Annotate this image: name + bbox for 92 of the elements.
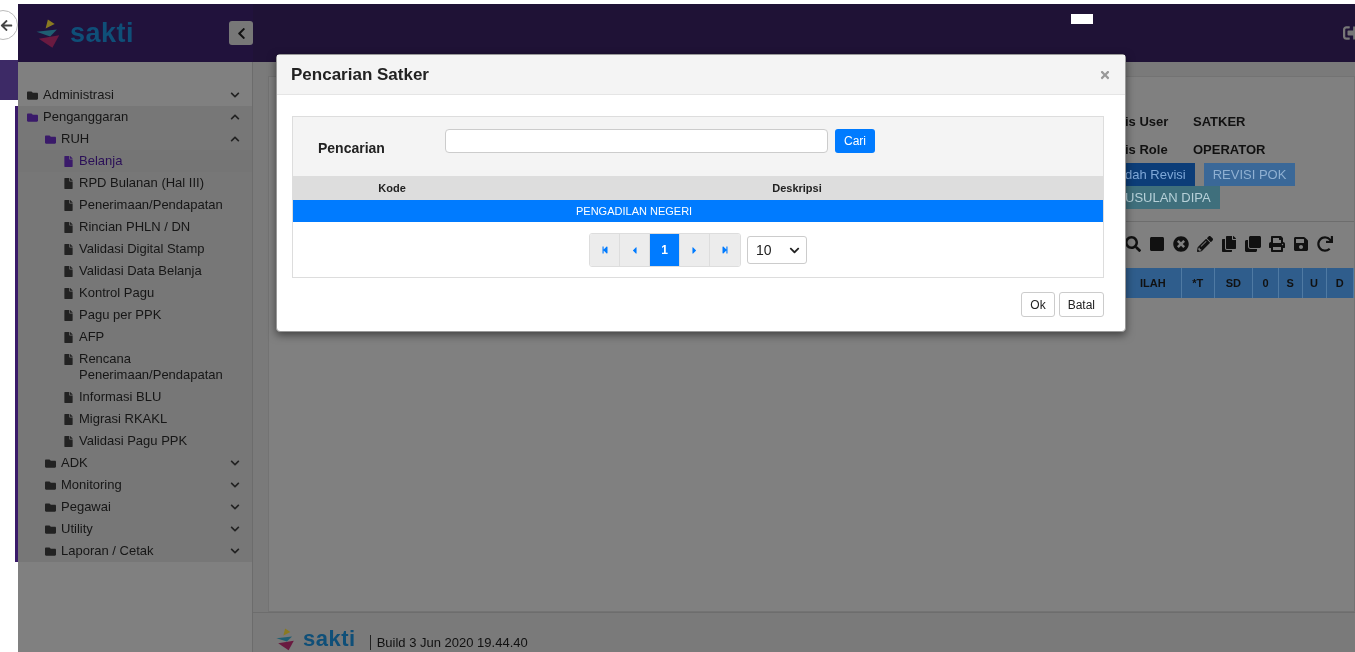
last-page-icon [721,246,729,254]
info-value: SATKER [1193,113,1246,129]
refresh-icon[interactable] [1317,236,1333,252]
dialog-button[interactable]: Ok [1021,292,1055,317]
column-header: D [1326,268,1354,298]
column-header: *T [1181,268,1215,298]
file-icon [63,354,74,365]
column-header: Kode [377,181,407,196]
column-header: S [1278,268,1303,298]
search-field[interactable] [445,129,828,153]
clone-icon[interactable] [1245,236,1261,252]
chevron-down-icon [230,480,240,490]
column-header: SD [1214,268,1254,298]
dialog-button[interactable]: Batal [1058,292,1104,317]
chevron-down-icon [230,458,240,468]
sidebar-item[interactable]: Migrasi RKAKL [18,408,252,430]
folder-icon [45,480,56,491]
table-row[interactable]: PENGADILAN NEGERI [293,200,1103,222]
sidebar-item[interactable]: Penganggaran [18,106,252,128]
close-icon[interactable] [1099,68,1111,81]
sidebar-item[interactable]: Rincian PHLN / DN [18,216,252,238]
info-label: is User [1125,113,1170,129]
sidebar-item[interactable]: Pegawai [18,496,252,518]
action-button[interactable]: USULAN DIPA [1125,186,1220,209]
chevron-down-icon [230,546,240,556]
sidebar-item[interactable]: Administrasi [18,84,252,106]
sidebar-item[interactable]: RPD Bulanan (Hal III) [18,172,252,194]
search-icon[interactable] [1125,236,1141,252]
header-block [1071,14,1093,24]
delete-icon[interactable] [1173,236,1189,252]
sidebar-item[interactable]: ADK [18,452,252,474]
sidebar-item[interactable]: Utility [18,518,252,540]
file-icon [63,414,74,425]
chevron-up-icon [230,134,240,144]
column-header: U [1302,268,1327,298]
print-icon[interactable] [1269,236,1285,252]
file-icon [63,332,74,343]
file-icon [63,288,74,299]
folder-icon [27,90,38,101]
file-icon [63,392,74,403]
folder-icon [45,502,56,513]
back-arrow-icon [0,18,13,32]
first-page-icon [600,246,609,254]
logo-text: sakti [303,626,356,652]
pencil-icon[interactable] [1197,236,1213,252]
action-button[interactable]: REVISI POK [1203,163,1296,186]
sidebar-item[interactable]: Kontrol Pagu [18,282,252,304]
search-label: Pencarian [317,139,386,156]
dialog-title: Pencarian Satker [291,64,429,85]
logo-text: sakti [70,17,135,49]
sidebar-item[interactable]: Laporan / Cetak [18,540,252,562]
folder-icon [45,458,56,469]
background-window-bar [0,60,18,100]
folder-icon [27,112,38,123]
folder-icon [45,546,56,557]
file-icon [63,436,74,447]
folder-icon [45,134,56,145]
column-header: Deskripsi [771,181,823,196]
column-header: 0 [1253,268,1279,298]
file-icon [63,244,74,255]
sidebar-item[interactable]: Monitoring [18,474,252,496]
sidebar-item[interactable]: RUH [18,128,252,150]
sidebar-item[interactable]: AFP [18,326,252,348]
info-value: OPERATOR [1193,141,1266,157]
sidebar-item[interactable]: Rencana Penerimaan/Pendapatan [18,348,252,386]
sidebar-item[interactable]: Validasi Pagu PPK [18,430,252,452]
info-label: is Role [1125,141,1169,157]
file-icon [63,222,74,233]
file-icon [63,310,74,321]
collapse-button[interactable] [229,21,253,45]
save-icon[interactable] [1293,236,1309,252]
file-icon [63,156,74,167]
page-size-select[interactable]: 10 [747,236,807,264]
copy-icon[interactable] [1221,236,1237,252]
search-button[interactable]: Cari [835,129,875,153]
sidebar-item[interactable]: Validasi Digital Stamp [18,238,252,260]
file-icon [63,200,74,211]
chevron-down-icon [230,502,240,512]
sidebar-item[interactable]: Informasi BLU [18,386,252,408]
sidebar-item[interactable]: Pagu per PPK [18,304,252,326]
chevron-up-icon [230,112,240,122]
sidebar-item[interactable]: Penerimaan/Pendapatan [18,194,252,216]
folder-icon [45,524,56,535]
chevron-down-icon [230,90,240,100]
sidebar-item[interactable]: Validasi Data Belanja [18,260,252,282]
build-info: Build 3 Jun 2020 19.44.40 [369,635,528,650]
file-icon [63,178,74,189]
table-cell: PENGADILAN NEGERI [576,205,693,217]
chevron-down-icon [230,524,240,534]
file-icon [63,266,74,277]
page-button[interactable]: 1 [650,234,680,266]
action-button[interactable]: dah Revisi [1125,163,1195,186]
